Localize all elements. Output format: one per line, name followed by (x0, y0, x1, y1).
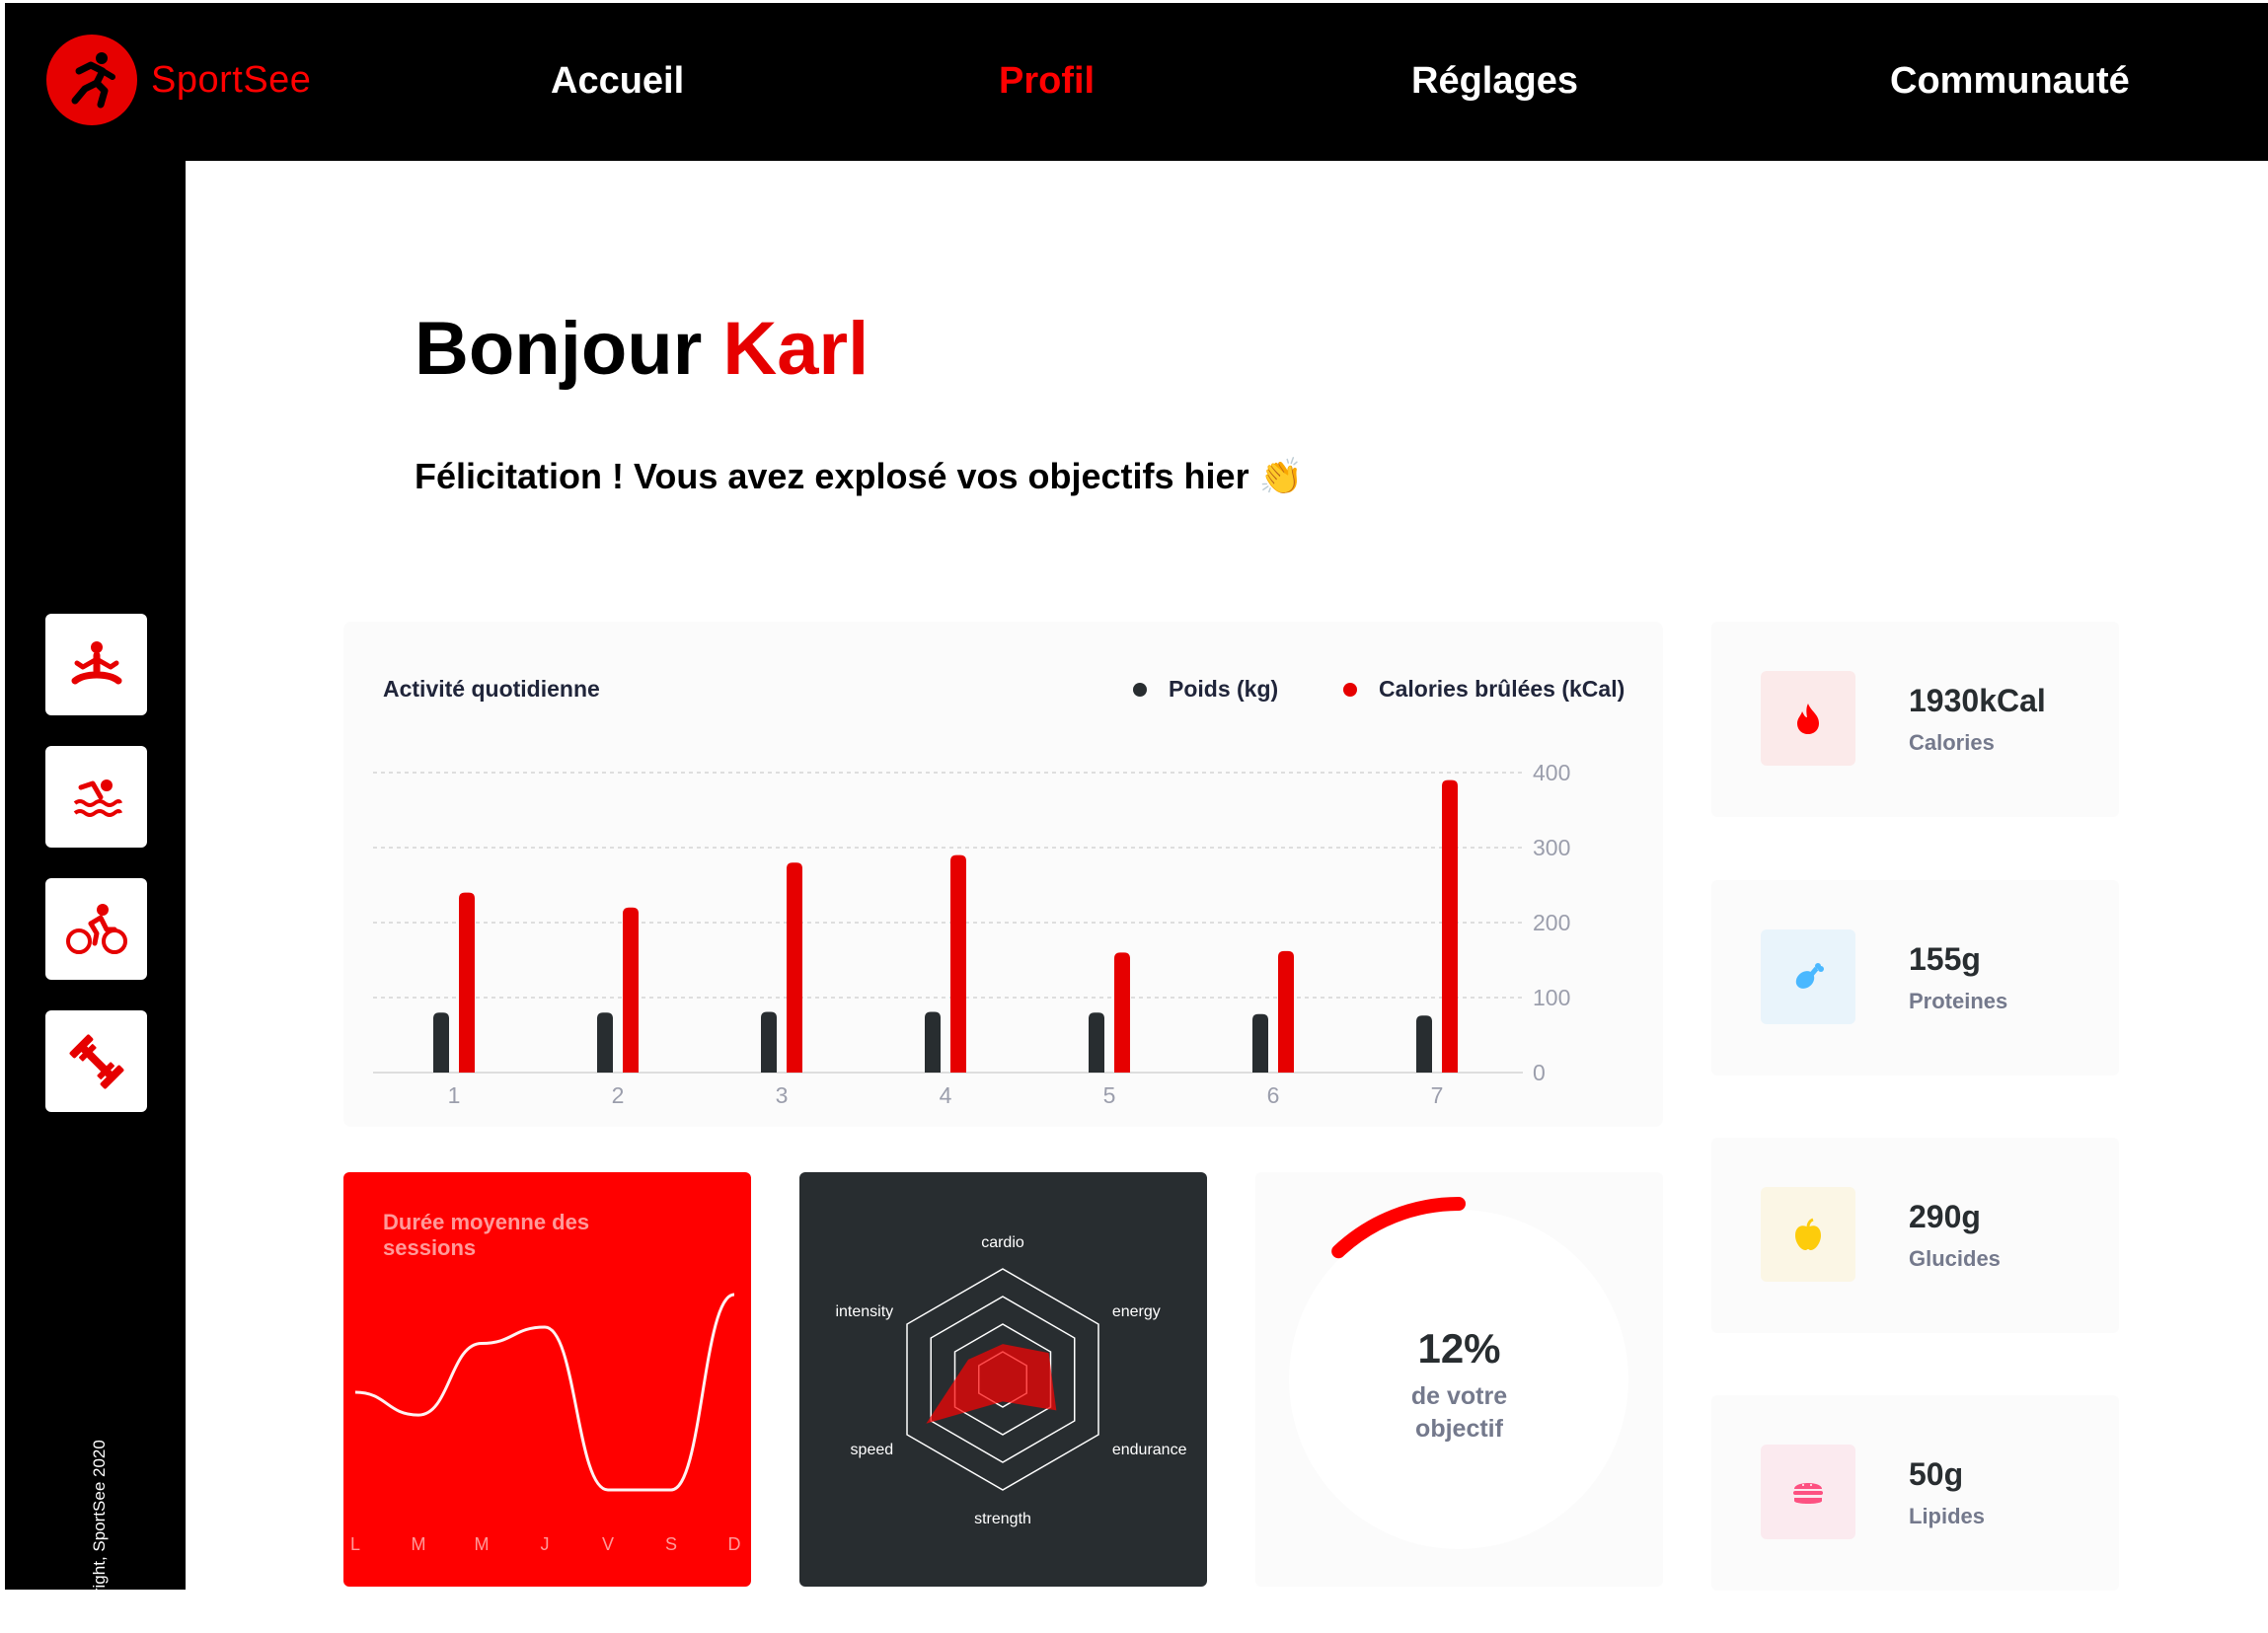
session-day-label-2: M (475, 1534, 490, 1554)
y-tick-300: 300 (1533, 835, 1570, 860)
daily-activity-card: Activité quotidienne Poids (kg) Calories… (343, 622, 1663, 1127)
x-tick-1: 1 (448, 1082, 461, 1108)
x-tick-5: 5 (1103, 1082, 1116, 1108)
kpi-value-lipides: 50g (1909, 1456, 1964, 1492)
session-day-label-6: D (728, 1534, 741, 1554)
page-title: Bonjour Karl (415, 306, 869, 392)
bar-weight-3 (761, 1011, 777, 1073)
radar-label-intensity: intensity (835, 1303, 893, 1320)
radar-label-strength: strength (974, 1511, 1031, 1527)
radar-value-area (926, 1344, 1057, 1424)
sidebar-item-yoga[interactable] (45, 614, 147, 715)
session-day-label-0: L (350, 1534, 360, 1554)
kpi-value-calories: 1930kCal (1909, 683, 2046, 718)
x-tick-6: 6 (1267, 1082, 1280, 1108)
score-percent: 12% (1417, 1325, 1501, 1372)
session-line-chart: LMMJVSD (350, 1293, 741, 1554)
sidebar-item-musculation[interactable] (45, 1010, 147, 1112)
y-tick-200: 200 (1533, 910, 1570, 935)
kpi-card-lipides: 50g Lipides (1711, 1395, 2119, 1591)
kpi-label-glucides: Glucides (1909, 1246, 2001, 1271)
x-tick-7: 7 (1431, 1082, 1444, 1108)
nav-communaute[interactable]: Communauté (1890, 60, 2130, 103)
kpi-card-glucides: 290g Glucides (1711, 1138, 2119, 1333)
bar-weight-5 (1089, 1012, 1104, 1073)
session-day-label-1: M (412, 1534, 426, 1554)
congratulation-message: Félicitation ! Vous avez explosé vos obj… (415, 456, 1304, 496)
nav-accueil[interactable]: Accueil (551, 60, 684, 103)
performance-radar-chart: cardio energy endurance strength speed intens… (835, 1234, 1187, 1527)
swimming-icon (73, 779, 122, 817)
bar-calories-7 (1442, 779, 1458, 1073)
kpi-label-lipides: Lipides (1909, 1504, 1986, 1528)
y-tick-0: 0 (1533, 1060, 1546, 1085)
user-first-name: Karl (722, 307, 869, 391)
score-card: 12% de votre objectif (1255, 1172, 1663, 1587)
yoga-icon (71, 640, 121, 684)
nav-reglages[interactable]: Réglages (1411, 60, 1578, 103)
chicken-icon (1761, 929, 1855, 1024)
activity-bar-chart: 0 100 200 300 400 1 2 3 4 5 6 7 (373, 760, 1570, 1108)
kpi-card-calories: 1930kCal Calories (1711, 622, 2119, 817)
bar-weight-6 (1252, 1013, 1268, 1073)
app-name: SportSee (151, 58, 312, 101)
apple-icon (1761, 1187, 1855, 1282)
burger-icon (1761, 1445, 1855, 1539)
greeting-prefix: Bonjour (415, 307, 703, 391)
radar-label-energy: energy (1112, 1303, 1161, 1320)
kpi-label-proteines: Proteines (1909, 989, 2008, 1013)
top-navigation-bar: SportSee Accueil Profil Réglages Communa… (5, 3, 2268, 161)
fire-icon (1761, 671, 1855, 766)
bar-weight-2 (597, 1012, 613, 1073)
radar-label-cardio: cardio (981, 1234, 1024, 1251)
bar-calories-5 (1114, 952, 1130, 1073)
kpi-value-glucides: 290g (1909, 1199, 1981, 1234)
x-tick-4: 4 (940, 1082, 952, 1108)
radar-label-endurance: endurance (1112, 1442, 1187, 1458)
runner-icon (46, 35, 137, 125)
kpi-card-proteines: 155g Proteines (1711, 880, 2119, 1076)
performance-radar-card: cardio energy endurance strength speed intens… (799, 1172, 1207, 1587)
sidebar-item-swimming[interactable] (45, 746, 147, 848)
y-tick-400: 400 (1533, 760, 1570, 785)
copyright-text: Copyright, SportSee 2020 (90, 1440, 109, 1633)
bar-weight-4 (925, 1011, 941, 1073)
score-label-line2: objectif (1415, 1415, 1503, 1443)
session-duration-card: Durée moyenne des sessions LMMJVSD (343, 1172, 751, 1587)
score-label-line1: de votre (1410, 1382, 1508, 1410)
session-line (354, 1293, 735, 1492)
session-day-label-4: V (602, 1534, 614, 1554)
bar-calories-6 (1278, 950, 1294, 1073)
radar-label-speed: speed (851, 1442, 894, 1458)
x-tick-3: 3 (776, 1082, 789, 1108)
kpi-value-proteines: 155g (1909, 941, 1981, 977)
nav-profil[interactable]: Profil (999, 60, 1095, 103)
session-day-label-3: J (541, 1534, 550, 1554)
bar-calories-2 (623, 907, 639, 1073)
kpi-label-calories: Calories (1909, 730, 1995, 755)
session-day-label-5: S (665, 1534, 677, 1554)
bar-calories-1 (459, 892, 475, 1073)
logo[interactable]: SportSee (46, 35, 311, 125)
bar-calories-4 (950, 854, 966, 1073)
vertical-sidebar: Copyright, SportSee 2020 (5, 161, 186, 1633)
bar-weight-7 (1416, 1015, 1432, 1073)
cycling-icon (65, 903, 127, 954)
y-tick-100: 100 (1533, 985, 1570, 1010)
sidebar-item-cycling[interactable] (45, 878, 147, 980)
dumbbell-icon (69, 1034, 123, 1088)
x-tick-2: 2 (612, 1082, 625, 1108)
bar-calories-3 (787, 862, 802, 1073)
bar-weight-1 (433, 1012, 449, 1073)
